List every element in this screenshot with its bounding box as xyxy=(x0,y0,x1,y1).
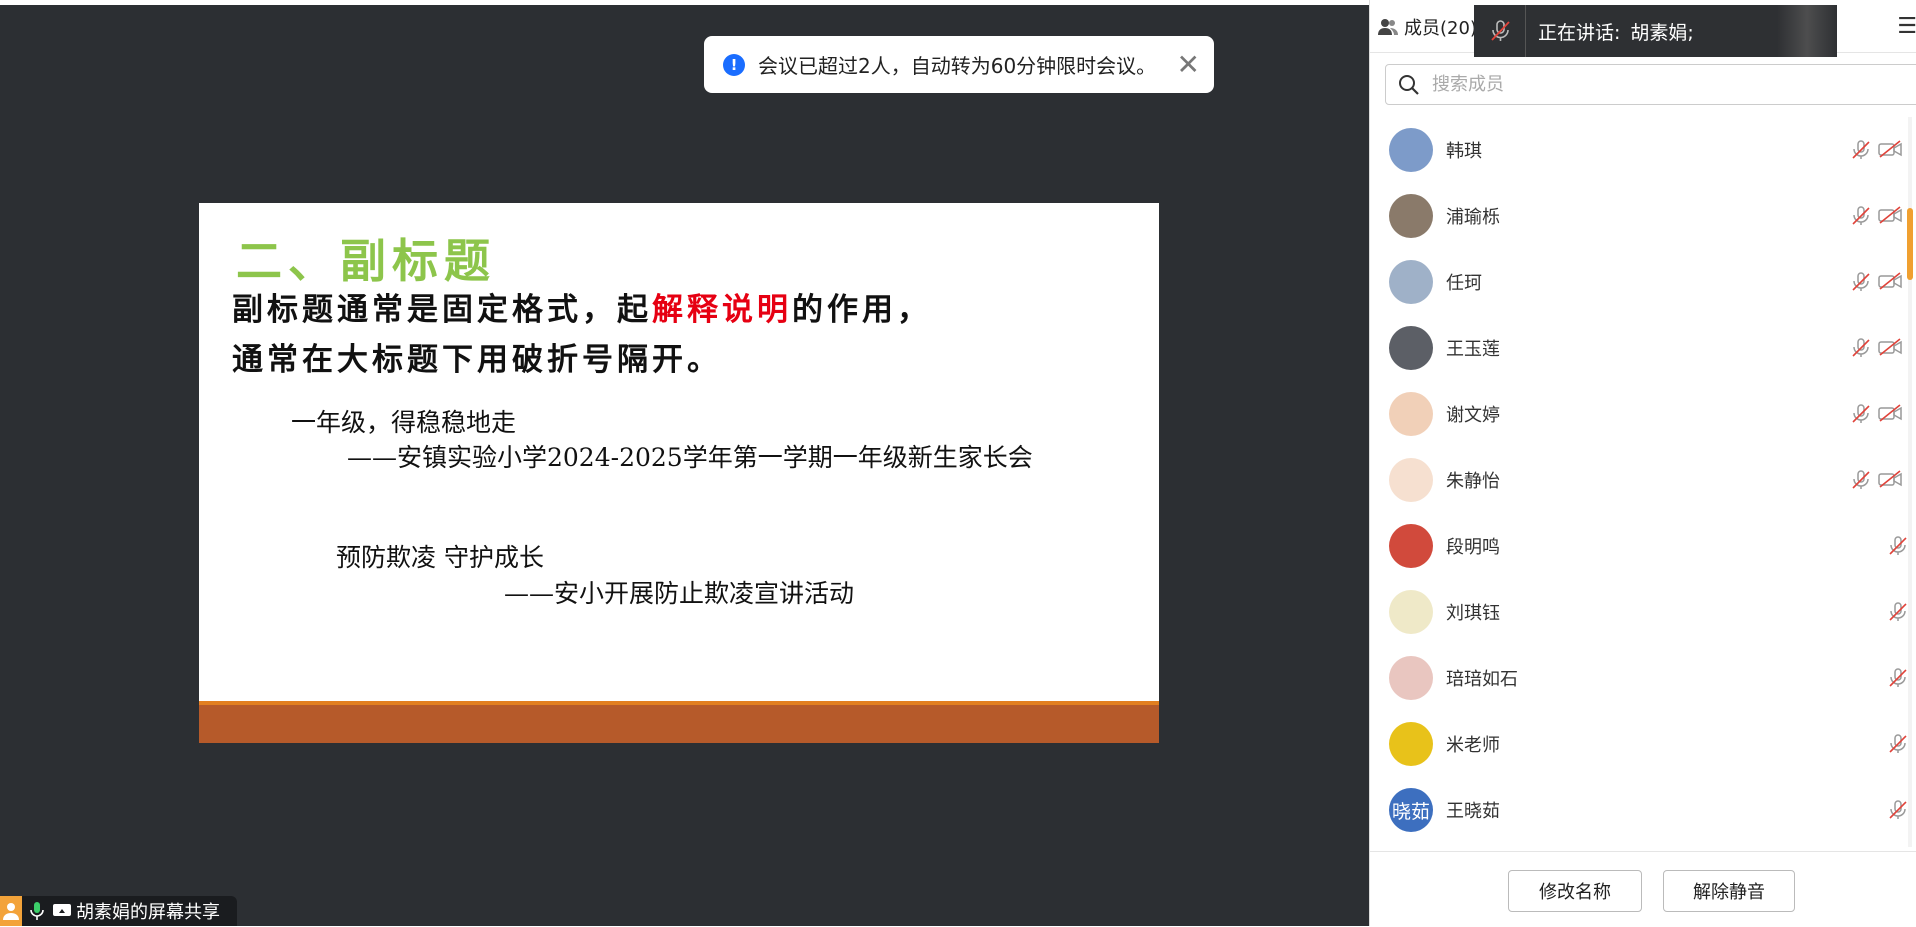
muted-mic-icon[interactable] xyxy=(1887,667,1909,689)
member-list: 韩琪浦瑜栎任珂王玉莲谢文婷朱静怡段明鸣刘琪钰琣琣如石米老师晓茹 王晓茹 xyxy=(1370,117,1916,843)
avatar: 晓茹 xyxy=(1389,788,1433,832)
screen-share-label: 胡素娟的屏幕共享 xyxy=(0,896,237,926)
close-icon[interactable]: ✕ xyxy=(1177,50,1200,79)
avatar xyxy=(1389,260,1433,304)
muted-mic-icon[interactable] xyxy=(1850,271,1872,293)
tab-members[interactable]: 成员(20) xyxy=(1378,14,1477,40)
speaker-avatar-placeholder xyxy=(1777,5,1837,57)
member-name: 王玉莲 xyxy=(1446,339,1500,360)
member-row[interactable]: 朱静怡 xyxy=(1370,447,1916,513)
member-name: 韩琪 xyxy=(1446,141,1482,162)
muted-mic-icon[interactable] xyxy=(1887,799,1909,821)
muted-mic-icon[interactable] xyxy=(1850,205,1872,227)
muted-mic-icon[interactable] xyxy=(1850,469,1872,491)
avatar xyxy=(1389,326,1433,370)
member-row[interactable]: 韩琪 xyxy=(1370,117,1916,183)
slide-title: 二、副标题 xyxy=(236,234,496,288)
member-name: 王晓茹 xyxy=(1446,801,1500,822)
menu-icon[interactable]: ☰ xyxy=(1897,14,1916,39)
member-name: 浦瑜栎 xyxy=(1446,207,1500,228)
member-name: 谢文婷 xyxy=(1446,405,1500,426)
member-row[interactable]: 琣琣如石 xyxy=(1370,645,1916,711)
slide-paragraph-line-1: 副标题通常是固定格式，起解释说明的作用， xyxy=(232,285,932,335)
member-name: 任珂 xyxy=(1446,273,1482,294)
muted-mic-icon[interactable] xyxy=(1850,139,1872,161)
speaking-label: 正在讲话: xyxy=(1538,21,1621,44)
video-off-icon[interactable] xyxy=(1878,139,1902,161)
meeting-limit-notification: ! 会议已超过2人，自动转为60分钟限时会议。 ✕ xyxy=(704,36,1214,93)
slide-footer-bar xyxy=(199,705,1159,743)
example-1-title: 一年级，得稳稳地走 xyxy=(291,408,517,437)
avatar xyxy=(1389,392,1433,436)
avatar xyxy=(1389,194,1433,238)
video-off-icon[interactable] xyxy=(1878,205,1902,227)
member-row[interactable]: 晓茹 王晓茹 xyxy=(1370,777,1916,843)
avatar xyxy=(1389,524,1433,568)
paragraph-text: 副标题通常是固定格式，起 xyxy=(232,292,652,328)
muted-mic-icon[interactable] xyxy=(1850,403,1872,425)
muted-mic-icon[interactable] xyxy=(1887,733,1909,755)
example-1-subtitle: ——安镇实验小学2024-2025学年第一学期一年级新生家长会 xyxy=(347,443,1033,472)
search-icon xyxy=(1398,74,1420,96)
example-2-subtitle: ——安小开展防止欺凌宣讲活动 xyxy=(504,579,855,608)
screen-share-owner: 胡素娟的屏幕共享 xyxy=(76,902,220,923)
member-row[interactable]: 谢文婷 xyxy=(1370,381,1916,447)
muted-mic-icon[interactable] xyxy=(1850,337,1872,359)
member-name: 琣琣如石 xyxy=(1446,669,1518,690)
active-speaker-banner: 正在讲话: 胡素娟; xyxy=(1474,5,1837,57)
members-panel: 成员(20) ☰ 正在讲话: 胡素娟; 韩琪浦瑜栎任珂王玉莲谢文婷朱静怡段明鸣刘… xyxy=(1369,0,1916,926)
member-name: 朱静怡 xyxy=(1446,471,1500,492)
member-row[interactable]: 任珂 xyxy=(1370,249,1916,315)
user-icon xyxy=(0,896,22,926)
avatar xyxy=(1389,656,1433,700)
member-name: 米老师 xyxy=(1446,735,1500,756)
tab-members-label: 成员(20) xyxy=(1404,18,1477,39)
unmute-button[interactable]: 解除静音 xyxy=(1663,870,1795,912)
notification-message: 会议已超过2人，自动转为60分钟限时会议。 xyxy=(758,54,1157,78)
muted-mic-icon[interactable] xyxy=(1887,601,1909,623)
paragraph-text: 的作用， xyxy=(792,292,932,328)
member-row[interactable]: 米老师 xyxy=(1370,711,1916,777)
search-input[interactable] xyxy=(1430,73,1854,96)
member-name: 刘琪钰 xyxy=(1446,603,1500,624)
video-off-icon[interactable] xyxy=(1878,271,1902,293)
member-row[interactable]: 王玉莲 xyxy=(1370,315,1916,381)
member-row[interactable]: 刘琪钰 xyxy=(1370,579,1916,645)
member-search[interactable] xyxy=(1385,64,1916,105)
panel-footer: 修改名称 解除静音 xyxy=(1370,851,1916,927)
member-row[interactable]: 段明鸣 xyxy=(1370,513,1916,579)
slide-paragraph: 副标题通常是固定格式，起解释说明的作用， 通常在大标题下用破折号隔开。 xyxy=(232,285,932,385)
video-off-icon[interactable] xyxy=(1878,469,1902,491)
muted-mic-icon xyxy=(1474,5,1526,57)
highlight-text: 解释说明 xyxy=(652,292,792,328)
member-row[interactable]: 浦瑜栎 xyxy=(1370,183,1916,249)
info-icon: ! xyxy=(723,53,745,76)
video-off-icon[interactable] xyxy=(1878,403,1902,425)
presentation-slide: 二、副标题 副标题通常是固定格式，起解释说明的作用， 通常在大标题下用破折号隔开… xyxy=(199,203,1159,743)
speaking-name: 胡素娟; xyxy=(1630,21,1694,44)
example-2-title: 预防欺凌 守护成长 xyxy=(336,543,544,572)
members-icon xyxy=(1378,18,1398,36)
muted-mic-icon[interactable] xyxy=(1887,535,1909,557)
avatar xyxy=(1389,722,1433,766)
shared-screen-area: ! 会议已超过2人，自动转为60分钟限时会议。 ✕ 二、副标题 副标题通常是固定… xyxy=(0,5,1369,926)
mic-icon xyxy=(30,901,44,921)
slide-paragraph-line-2: 通常在大标题下用破折号隔开。 xyxy=(232,342,722,378)
avatar xyxy=(1389,458,1433,502)
avatar xyxy=(1389,590,1433,634)
avatar xyxy=(1389,128,1433,172)
video-off-icon[interactable] xyxy=(1878,337,1902,359)
member-name: 段明鸣 xyxy=(1446,537,1500,558)
screen-share-icon xyxy=(52,903,72,919)
rename-button[interactable]: 修改名称 xyxy=(1508,870,1642,912)
